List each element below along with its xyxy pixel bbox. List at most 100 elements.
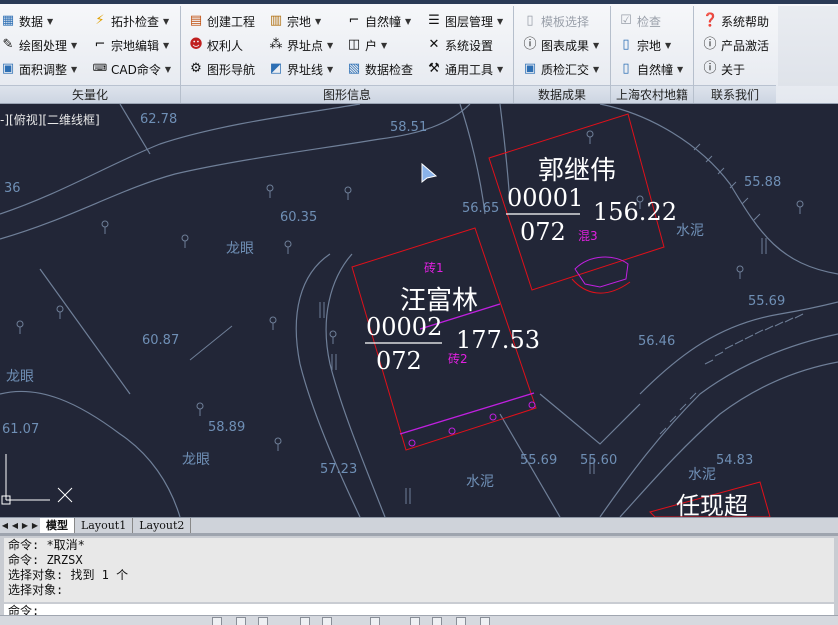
next-tab-icon[interactable]: ▶ xyxy=(20,519,30,533)
building-icon: ⌐ xyxy=(348,13,360,28)
elevation-label: 58.89 xyxy=(208,420,246,435)
ducs-toggle-icon[interactable] xyxy=(410,617,420,625)
info-icon: ⓘ xyxy=(703,37,717,52)
right-holder-button[interactable]: ☻ 权利人 xyxy=(188,35,243,55)
household-button[interactable]: ◫ 户 ▼ xyxy=(346,35,387,55)
pen-icon: ✎ xyxy=(2,37,14,52)
navigation-icon: ⚙ xyxy=(190,61,202,76)
layer-manager-button[interactable]: ☰ 图层管理 ▼ xyxy=(426,11,503,31)
otrack-toggle-icon[interactable] xyxy=(370,617,380,625)
place-label: 水泥 xyxy=(466,474,494,490)
place-label: 龙眼 xyxy=(226,241,254,257)
elevation-label: 56.46 xyxy=(638,334,676,349)
elevation-label: 57.23 xyxy=(320,462,358,477)
place-label: 水泥 xyxy=(676,223,704,239)
parcel-sub-code: 072 xyxy=(520,218,566,246)
panel-label-shanghai-cadastre: 上海农村地籍 xyxy=(611,85,693,103)
check-button[interactable]: ☑ 检查 xyxy=(618,11,661,31)
viewport-label[interactable]: -][俯视][二维线框] xyxy=(0,111,100,128)
mouse-cursor-icon xyxy=(421,162,438,184)
first-tab-icon[interactable]: ◀ xyxy=(0,519,10,533)
slope-line xyxy=(39,268,131,395)
polar-toggle-icon[interactable] xyxy=(300,617,310,625)
template-icon: ▯ xyxy=(526,13,534,28)
command-history-line: 选择对象: 找到 1 个 xyxy=(8,568,129,582)
road-edge xyxy=(295,253,361,517)
dropdown-arrow-icon: ▼ xyxy=(47,16,54,26)
cad-icon: ⌨ xyxy=(92,63,108,74)
last-tab-icon[interactable]: ▶ xyxy=(30,519,40,533)
building-material-label: 混3 xyxy=(578,229,598,243)
parcel-icon: ▥ xyxy=(269,13,283,28)
elevation-label: 36 xyxy=(4,181,21,196)
dropdown-arrow-icon: ▼ xyxy=(497,64,504,74)
elevation-label: 60.87 xyxy=(142,333,180,348)
parcel-edit-button[interactable]: ⌐ 宗地编辑 ▼ xyxy=(92,35,170,55)
elevation-label: 55.69 xyxy=(748,294,786,309)
info-icon: ⓘ xyxy=(703,61,717,76)
household-icon: ◫ xyxy=(347,37,361,52)
data-button[interactable]: ▦ 数据 ▼ xyxy=(0,11,53,31)
panel-label-data-results: 数据成果 xyxy=(514,85,610,103)
parcel-owner-name: 汪富林 xyxy=(400,286,479,316)
dropdown-arrow-icon: ▼ xyxy=(71,40,78,50)
model-space-toggle-icon[interactable] xyxy=(480,617,490,625)
elevation-label: 56.65 xyxy=(462,201,500,216)
tools-icon: ⚒ xyxy=(428,61,440,76)
boundary-point-button[interactable]: ⁂ 界址点 ▼ xyxy=(268,35,334,55)
dropdown-arrow-icon: ▼ xyxy=(163,16,170,26)
sh-building-button[interactable]: ▯ 自然幢 ▼ xyxy=(618,59,683,79)
road-edge xyxy=(459,104,486,215)
wrench-icon: ✕ xyxy=(428,37,440,52)
data-check-button[interactable]: ▧ 数据检查 xyxy=(346,59,413,79)
dropdown-arrow-icon: ▼ xyxy=(405,16,412,26)
grid-toggle-icon[interactable] xyxy=(236,617,246,625)
layout-tab-bar: ◀ ◀ ▶ ▶ 模型 Layout1 Layout2 xyxy=(0,517,838,533)
system-help-button[interactable]: ❓ 系统帮助 xyxy=(702,11,769,31)
command-history-line: 选择对象: xyxy=(8,583,64,597)
tab-model[interactable]: 模型 xyxy=(40,518,75,533)
tab-bar-fill xyxy=(191,518,838,533)
area-adjust-button[interactable]: ▣ 面积调整 ▼ xyxy=(0,59,77,79)
create-project-button[interactable]: ▤ 创建工程 xyxy=(188,11,255,31)
topology-check-button[interactable]: ⚡ 拓扑检查 ▼ xyxy=(92,11,169,31)
general-tools-button[interactable]: ⚒ 通用工具 ▼ xyxy=(426,59,503,79)
boundary-line-button[interactable]: ◩ 界址线 ▼ xyxy=(268,59,333,79)
product-activate-button[interactable]: ⓘ 产品激活 xyxy=(702,35,769,55)
chart-results-button[interactable]: ⓘ 图表成果 ▼ xyxy=(522,35,599,55)
dropdown-arrow-icon: ▼ xyxy=(163,40,170,50)
qc-icon: ▣ xyxy=(523,61,537,76)
tab-layout2[interactable]: Layout2 xyxy=(133,518,192,533)
lineweight-toggle-icon[interactable] xyxy=(456,617,466,625)
building-material-label: 砖2 xyxy=(448,352,468,366)
ortho-toggle-icon[interactable] xyxy=(258,617,268,625)
elevation-label: 62.78 xyxy=(140,112,178,127)
tab-layout1[interactable]: Layout1 xyxy=(75,518,134,533)
prev-tab-icon[interactable]: ◀ xyxy=(10,519,20,533)
parcel-owner-name: 任现超 xyxy=(676,492,748,517)
parcel-sub-code: 072 xyxy=(376,347,422,375)
cad-command-button[interactable]: ⌨ CAD命令 ▼ xyxy=(92,59,171,79)
snap-toggle-icon[interactable] xyxy=(212,617,222,625)
dyn-toggle-icon[interactable] xyxy=(432,617,442,625)
place-label: 龙眼 xyxy=(182,452,210,468)
drawing-canvas[interactable]: -][俯视][二维线框] 62.78 58.51 36 60.35 56.65 … xyxy=(0,104,838,517)
dropdown-arrow-icon: ▼ xyxy=(381,40,388,50)
natural-building-button[interactable]: ⌐ 自然幢 ▼ xyxy=(346,11,412,31)
draw-process-button[interactable]: ✎ 绘图处理 ▼ xyxy=(0,35,78,55)
dropdown-arrow-icon: ▼ xyxy=(164,64,171,74)
template-select-button[interactable]: ▯ 模板选择 xyxy=(522,11,589,31)
elevation-label: 54.83 xyxy=(716,453,754,468)
graphic-nav-button[interactable]: ⚙ 图形导航 xyxy=(188,59,255,79)
osnap-toggle-icon[interactable] xyxy=(322,617,332,625)
parcel-button[interactable]: ▥ 宗地 ▼ xyxy=(268,11,321,31)
parcel-icon: ▯ xyxy=(622,37,630,52)
sh-parcel-button[interactable]: ▯ 宗地 ▼ xyxy=(618,35,671,55)
elevation-label: 55.60 xyxy=(580,453,618,468)
about-button[interactable]: ⓘ 关于 xyxy=(702,59,745,79)
command-history-line: 命令: *取消* xyxy=(8,538,85,552)
system-settings-button[interactable]: ✕ 系统设置 xyxy=(426,35,493,55)
building-icon: ▯ xyxy=(622,61,630,76)
qc-submit-button[interactable]: ▣ 质检汇交 ▼ xyxy=(522,59,599,79)
help-icon: ❓ xyxy=(702,13,719,28)
